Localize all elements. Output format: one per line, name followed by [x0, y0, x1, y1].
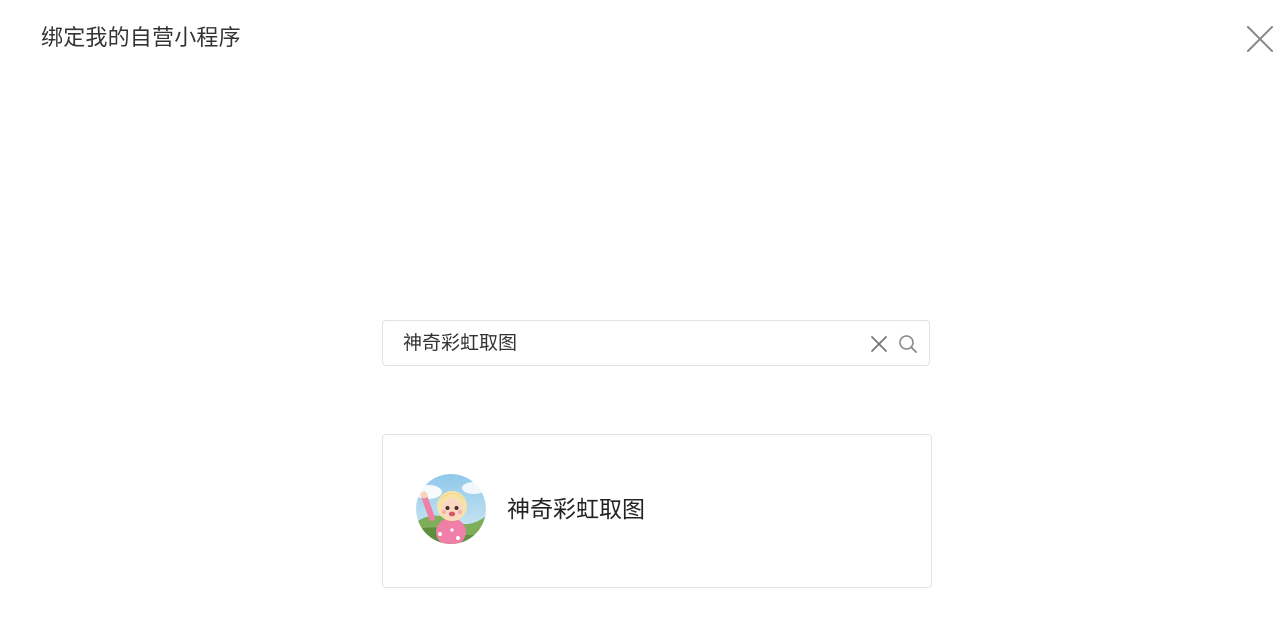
search-box: [382, 320, 930, 366]
close-icon: [1247, 26, 1273, 52]
mini-program-avatar: [416, 474, 486, 544]
search-input[interactable]: [403, 321, 863, 365]
bind-mini-program-dialog: 绑定我的自营小程序 神奇彩虹取图 神奇彩虹取图: [0, 0, 1285, 636]
clear-icon[interactable]: [869, 334, 889, 354]
result-name: 神奇彩虹取图: [507, 497, 645, 523]
result-item[interactable]: 神奇彩虹取图: [382, 434, 932, 588]
dialog-title: 绑定我的自营小程序: [41, 26, 241, 51]
close-button[interactable]: [1244, 23, 1276, 55]
search-icon[interactable]: [898, 334, 918, 354]
